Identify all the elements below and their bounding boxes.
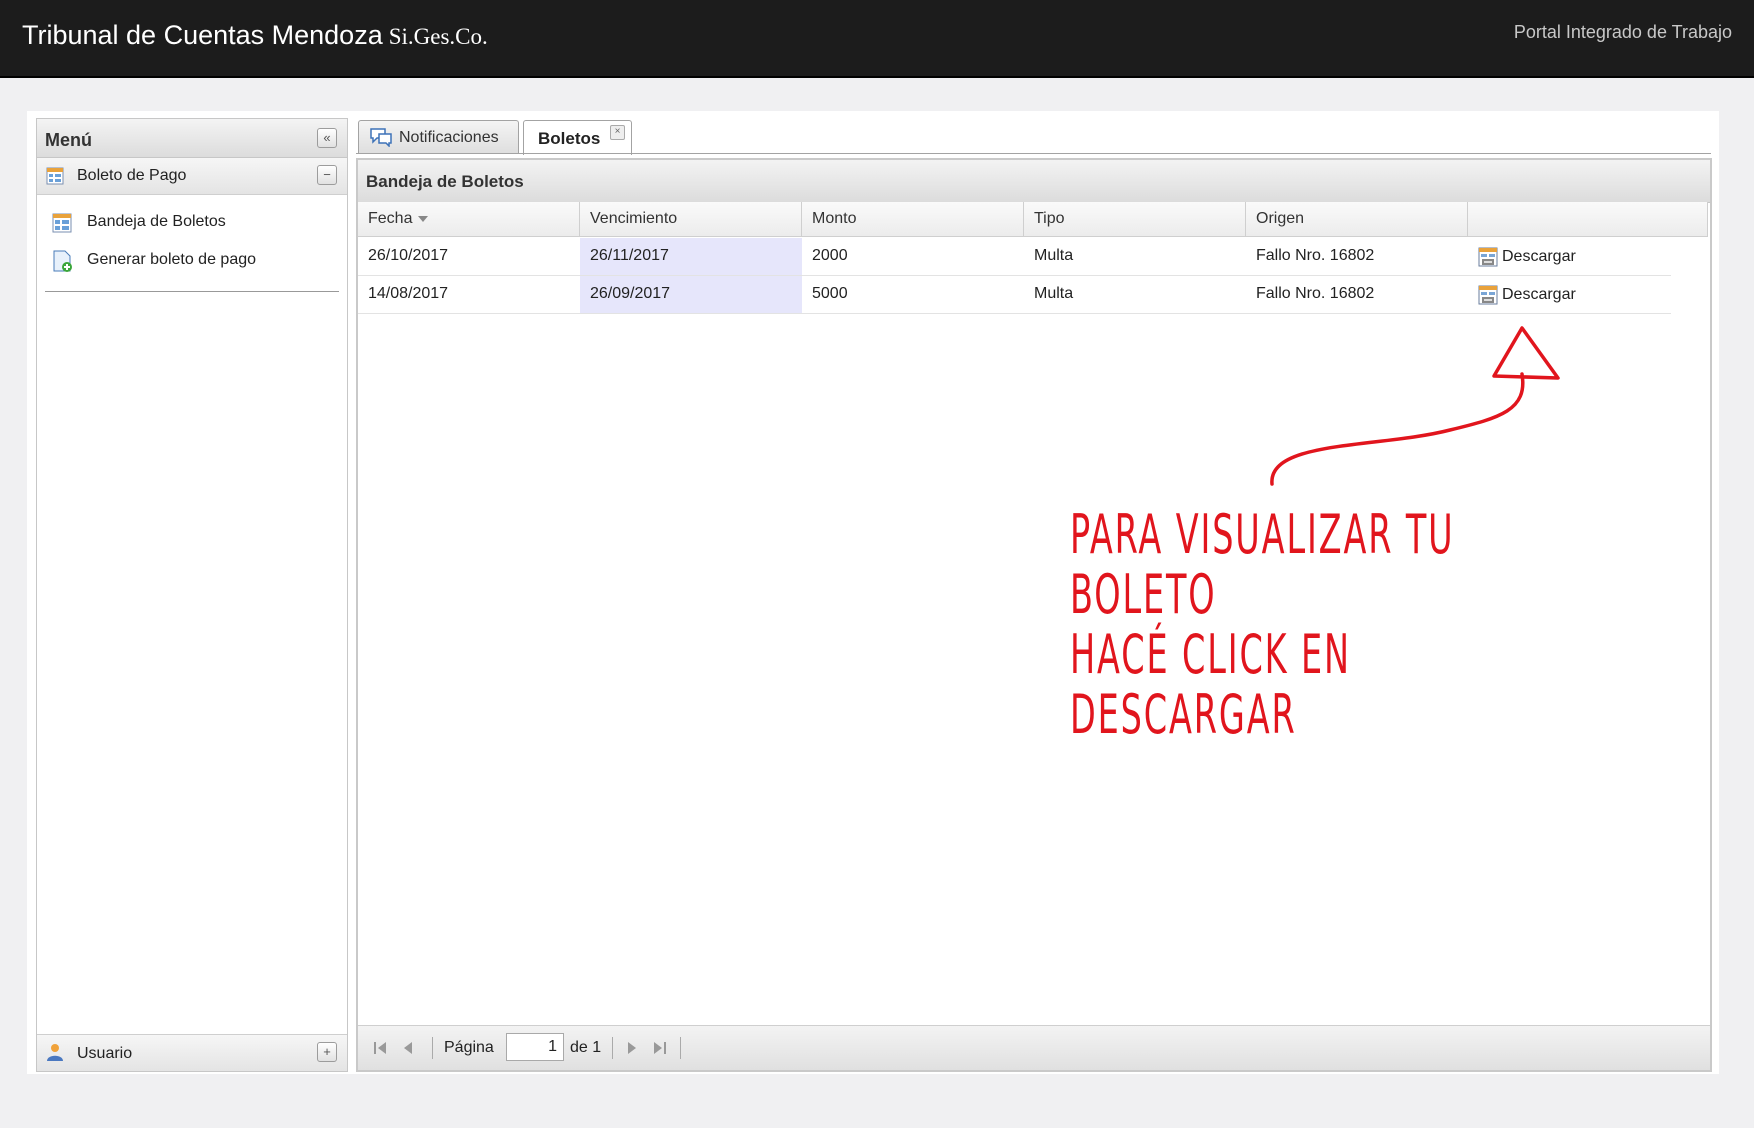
annotation-text: PARA VISUALIZAR TU BOLETO HACÉ CLICK EN … — [1070, 505, 1467, 745]
tab-boletos[interactable]: Boletos × — [523, 120, 632, 155]
page-label: Página — [444, 1039, 494, 1056]
table-row: 14/08/2017 26/09/2017 5000 Multa Fallo N… — [358, 276, 1671, 314]
column-label: Origen — [1256, 210, 1305, 227]
download-icon — [1478, 285, 1498, 305]
boletos-grid-panel: Bandeja de Boletos Fecha Vencimiento Mon… — [356, 158, 1712, 1072]
annotation-line-2: HACÉ CLICK EN DESCARGAR — [1070, 623, 1351, 746]
section-header-boleto[interactable]: Boleto de Pago − — [37, 158, 347, 195]
top-bar: Tribunal de Cuentas Mendoza Si.Ges.Co. Po… — [0, 0, 1754, 78]
descargar-button[interactable]: Descargar — [1468, 238, 1668, 275]
section-label: Boleto de Pago — [77, 167, 187, 184]
cell-vencimiento: 26/09/2017 — [580, 276, 802, 313]
next-page-icon[interactable] — [622, 1038, 642, 1058]
grid-icon — [52, 213, 72, 233]
column-header-tipo[interactable]: Tipo — [1024, 202, 1246, 237]
section-header-usuario[interactable]: Usuario + — [37, 1034, 347, 1071]
menu-item-label: Generar boleto de pago — [87, 251, 257, 268]
menu-header: Menú « — [37, 119, 347, 158]
grid-title: Bandeja de Boletos — [366, 172, 524, 191]
column-header-monto[interactable]: Monto — [802, 202, 1024, 237]
app-title: Tribunal de Cuentas Mendoza Si.Ges.Co. — [22, 20, 488, 51]
expand-section-button[interactable]: + — [317, 1042, 337, 1062]
download-icon — [1478, 247, 1498, 267]
column-header-origen[interactable]: Origen — [1246, 202, 1468, 237]
column-header-acciones — [1468, 202, 1708, 237]
menu-panel: Menú « Boleto de Pago − Bandeja de Bolet… — [36, 118, 348, 1072]
column-label: Tipo — [1034, 210, 1065, 227]
cell-tipo: Multa — [1034, 285, 1074, 302]
separator — [680, 1037, 681, 1059]
chat-icon — [370, 128, 392, 147]
first-page-icon[interactable] — [370, 1038, 390, 1058]
section-label: Usuario — [77, 1045, 133, 1062]
separator — [612, 1037, 613, 1059]
annotation-line-1: PARA VISUALIZAR TU BOLETO — [1070, 503, 1455, 626]
cell-origen: Fallo Nro. 16802 — [1256, 247, 1375, 264]
tab-strip-divider — [356, 153, 1711, 154]
column-label: Vencimiento — [590, 210, 678, 227]
cell-fecha: 14/08/2017 — [368, 285, 449, 302]
cell-monto: 5000 — [812, 285, 848, 302]
tab-notificaciones[interactable]: Notificaciones — [358, 120, 519, 154]
page-count-label: de 1 — [570, 1039, 602, 1056]
sort-desc-icon — [418, 215, 429, 222]
annotation-arrow-icon — [1270, 326, 1560, 486]
collapse-menu-button[interactable]: « — [317, 128, 337, 148]
cell-monto: 2000 — [812, 247, 848, 264]
cell-fecha: 26/10/2017 — [368, 247, 449, 264]
user-icon — [47, 1044, 63, 1061]
new-document-icon — [53, 250, 72, 272]
pagination-toolbar: Página de 1 — [358, 1025, 1710, 1070]
tab-label: Notificaciones — [399, 129, 499, 146]
brand-subtitle: Si.Ges.Co. — [388, 24, 488, 49]
table-row: 26/10/2017 26/11/2017 2000 Multa Fallo N… — [358, 238, 1671, 276]
column-header-fecha[interactable]: Fecha — [358, 202, 580, 237]
collapse-section-button[interactable]: − — [317, 165, 337, 185]
column-header-vencimiento[interactable]: Vencimiento — [580, 202, 802, 237]
separator — [432, 1037, 433, 1059]
descargar-label: Descargar — [1502, 248, 1576, 265]
last-page-icon[interactable] — [650, 1038, 670, 1058]
close-tab-icon[interactable]: × — [610, 125, 625, 140]
descargar-label: Descargar — [1502, 286, 1576, 303]
grid-title-bar: Bandeja de Boletos — [358, 160, 1710, 203]
cell-origen: Fallo Nro. 16802 — [1256, 285, 1375, 302]
menu-item-label: Bandeja de Boletos — [87, 213, 226, 230]
prev-page-icon[interactable] — [398, 1038, 418, 1058]
page-number-input[interactable] — [506, 1033, 564, 1061]
menu-divider — [45, 291, 339, 292]
column-label: Fecha — [368, 210, 413, 227]
cell-tipo: Multa — [1034, 247, 1074, 264]
descargar-button[interactable]: Descargar — [1468, 276, 1668, 313]
brand-name: Tribunal de Cuentas Mendoza — [22, 20, 383, 50]
grid-icon — [46, 167, 64, 185]
column-label: Monto — [812, 210, 857, 227]
portal-link[interactable]: Portal Integrado de Trabajo — [1514, 22, 1732, 43]
cell-vencimiento: 26/11/2017 — [580, 238, 802, 275]
tab-label: Boletos — [538, 129, 601, 148]
menu-title: Menú — [45, 130, 92, 150]
